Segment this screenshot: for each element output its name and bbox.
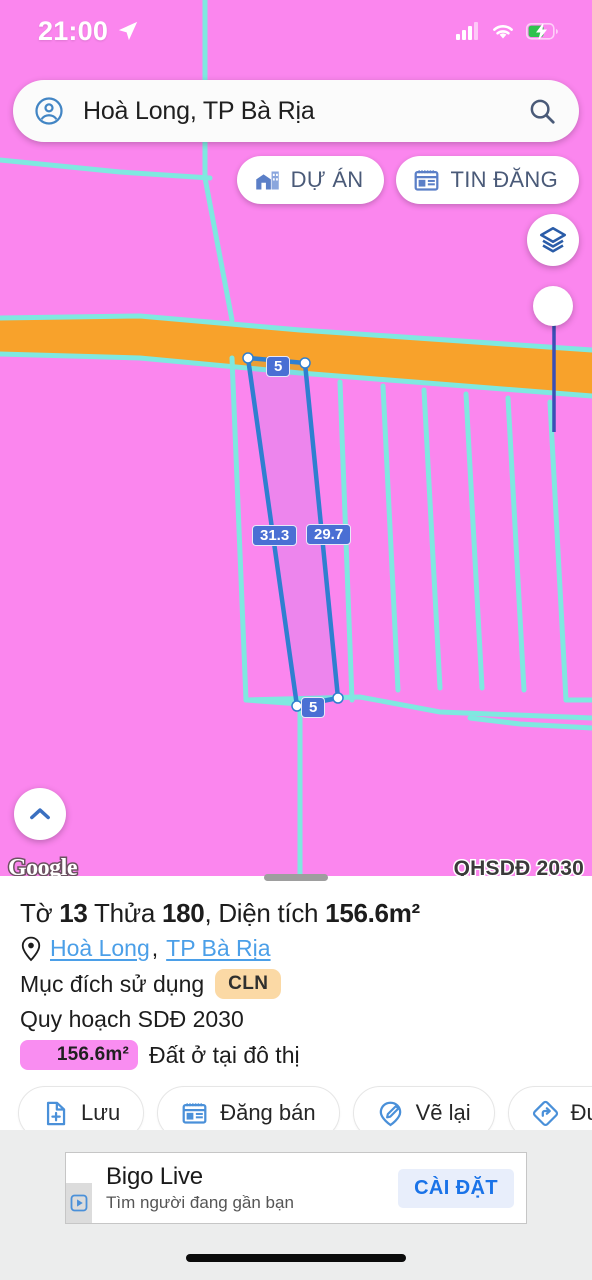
search-bar[interactable]: Hoà Long, TP Bà Rịa xyxy=(13,80,579,142)
edge-label-bottom: 5 xyxy=(301,697,326,718)
building-project-icon xyxy=(255,171,279,189)
expand-panel-button[interactable] xyxy=(14,788,66,840)
address-city-link[interactable]: TP Bà Rịa xyxy=(166,935,270,962)
ad-text-block: Bigo Live Tìm người đang gần bạn xyxy=(92,1163,398,1213)
plan-section-label: Quy hoạch SDĐ 2030 xyxy=(20,1006,244,1032)
directions-icon xyxy=(532,1100,558,1126)
ad-title: Bigo Live xyxy=(106,1163,203,1190)
zone-area-badge: 156.6m² xyxy=(20,1040,138,1070)
home-indicator xyxy=(186,1254,406,1262)
status-badge-cln: CLN xyxy=(215,969,282,999)
layers-icon xyxy=(540,227,566,253)
title-lot-word: Thửa xyxy=(87,898,162,928)
map-filter-chips: DỰ ÁN TIN ĐĂNG xyxy=(236,156,579,204)
account-circle-icon[interactable] xyxy=(34,96,64,126)
layers-button[interactable] xyxy=(527,214,579,266)
post-listing-icon xyxy=(182,1102,207,1124)
ad-subtitle: Tìm người đang gần bạn xyxy=(106,1193,294,1212)
search-icon[interactable] xyxy=(527,96,557,126)
edge-label-top: 5 xyxy=(266,356,291,377)
land-purpose-label: Mục đích sử dụng xyxy=(20,970,205,997)
chevron-up-icon xyxy=(30,808,50,820)
chip-du-an[interactable]: DỰ ÁN xyxy=(236,156,385,204)
chip-du-an-label: DỰ ÁN xyxy=(290,167,364,192)
chip-tin-dang[interactable]: TIN ĐĂNG xyxy=(396,156,579,204)
edge-label-left: 31.3 xyxy=(252,525,298,546)
address-separator: , xyxy=(151,935,159,961)
bottom-sheet-drag-handle[interactable] xyxy=(264,874,328,881)
map-pin-marker[interactable] xyxy=(533,286,573,326)
title-area-value: 156.6m² xyxy=(325,898,420,928)
address-row: Hoà Long , TP Bà Rịa xyxy=(0,929,592,962)
title-area-word: , Diện tích xyxy=(204,898,326,928)
chip-tin-dang-label: TIN ĐĂNG xyxy=(450,167,558,192)
title-lot-number: 180 xyxy=(161,898,205,928)
adchoices-icon[interactable] xyxy=(66,1183,92,1223)
title-sheet-word: Tờ xyxy=(20,898,60,928)
directions-button-label: Đườ xyxy=(570,1100,592,1125)
zone-name-label: Đất ở tại đô thị xyxy=(149,1041,300,1068)
zone-row: 156.6m² Đất ở tại đô thị xyxy=(0,1033,592,1070)
land-purpose-row: Mục đích sử dụng CLN xyxy=(0,962,592,999)
ad-banner[interactable]: Bigo Live Tìm người đang gần bạn CÀI ĐẶT xyxy=(65,1152,527,1224)
save-file-icon xyxy=(46,1101,66,1125)
redraw-button-label: Vẽ lại xyxy=(415,1100,471,1125)
page-title: Tờ 13 Thửa 180, Diện tích 156.6m² xyxy=(0,898,592,929)
location-pin-icon xyxy=(21,936,41,961)
adchoices-play-icon xyxy=(70,1194,88,1212)
news-listing-icon xyxy=(415,169,439,191)
address-ward-link[interactable]: Hoà Long xyxy=(50,935,150,962)
ad-install-button[interactable]: CÀI ĐẶT xyxy=(398,1168,514,1208)
title-sheet-number: 13 xyxy=(59,898,88,928)
parcel-info-sheet: Tờ 13 Thửa 180, Diện tích 156.6m² Hoà Lo… xyxy=(0,882,592,1140)
edge-label-right: 29.7 xyxy=(306,524,352,545)
google-watermark: Google xyxy=(7,854,80,877)
plan-watermark: QHSDĐ 2030 xyxy=(452,856,585,877)
post-listing-button-label: Đăng bán xyxy=(220,1100,316,1125)
redraw-pen-icon xyxy=(379,1101,401,1126)
save-button-label: Lưu xyxy=(81,1100,121,1125)
search-input-value[interactable]: Hoà Long, TP Bà Rịa xyxy=(83,97,527,126)
